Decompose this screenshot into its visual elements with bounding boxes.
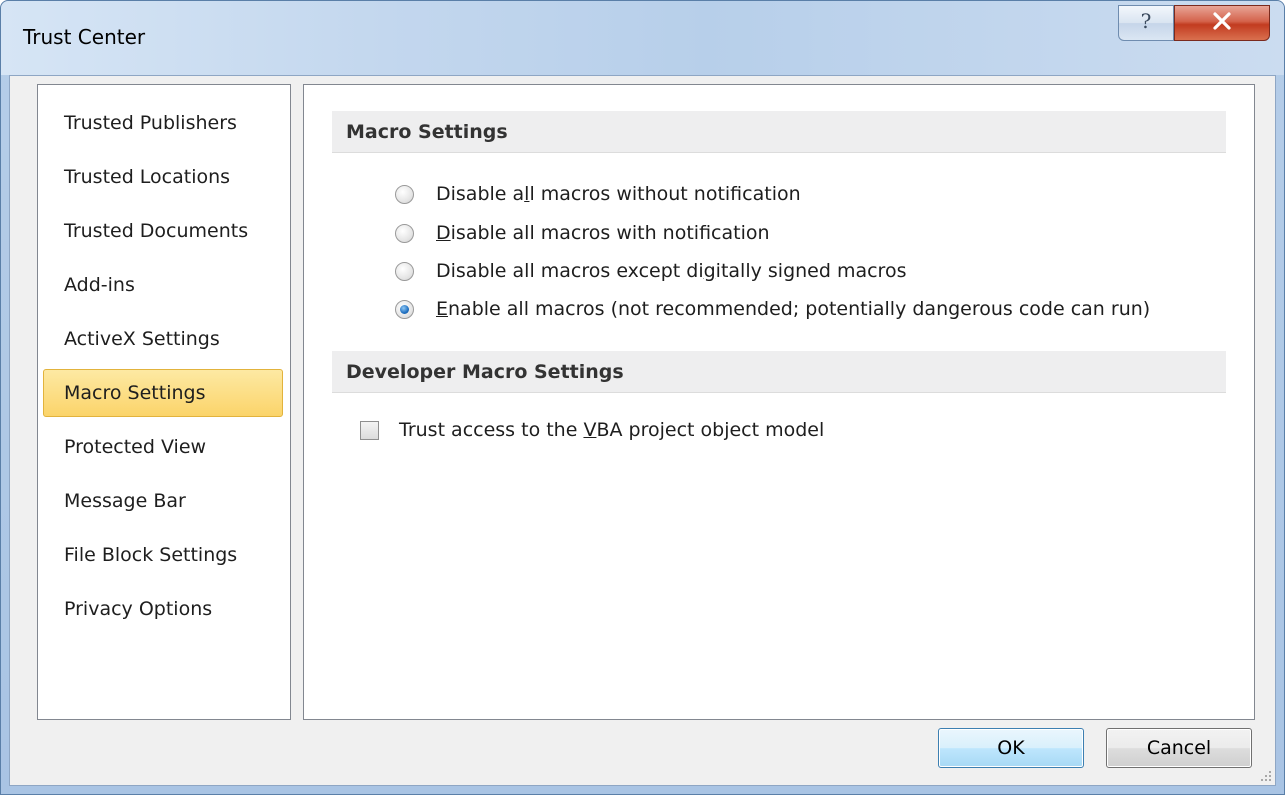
resize-grip-icon[interactable]: [1259, 769, 1273, 783]
nav-item-protected-view[interactable]: Protected View: [43, 423, 283, 471]
radio-enable-all-macros[interactable]: Enable all macros (not recommended; pote…: [395, 293, 1150, 325]
nav-item-macro-settings[interactable]: Macro Settings: [43, 369, 283, 417]
cancel-button[interactable]: Cancel: [1106, 728, 1252, 768]
developer-macro-settings-header: Developer Macro Settings: [332, 351, 1226, 393]
radio-button[interactable]: [395, 261, 414, 281]
nav-item-add-ins[interactable]: Add-ins: [43, 261, 283, 309]
radio-disable-except-signed[interactable]: Disable all macros except digitally sign…: [395, 255, 906, 287]
nav-item-privacy-options[interactable]: Privacy Options: [43, 585, 283, 633]
ok-button[interactable]: OK: [938, 728, 1084, 768]
checkbox-trust-vba-access[interactable]: Trust access to the VBA project object m…: [360, 413, 824, 447]
nav-item-trusted-publishers[interactable]: Trusted Publishers: [43, 99, 283, 147]
radio-label: Disable all macros except digitally sign…: [436, 260, 907, 282]
close-icon: [1210, 11, 1234, 35]
dialog-body: Trusted Publishers Trusted Locations Tru…: [9, 75, 1276, 786]
nav-item-trusted-locations[interactable]: Trusted Locations: [43, 153, 283, 201]
title-bar[interactable]: Trust Center ?: [1, 1, 1284, 75]
nav-item-activex-settings[interactable]: ActiveX Settings: [43, 315, 283, 363]
close-button[interactable]: [1174, 5, 1270, 41]
radio-button-selected[interactable]: [395, 299, 414, 319]
radio-disable-without-notification[interactable]: Disable all macros without notification: [395, 178, 801, 210]
radio-button[interactable]: [395, 223, 414, 243]
macro-settings-header: Macro Settings: [332, 111, 1226, 153]
radio-label: Disable all macros without notification: [436, 183, 801, 205]
help-button[interactable]: ?: [1118, 5, 1174, 41]
radio-button[interactable]: [395, 184, 414, 204]
help-icon: ?: [1135, 9, 1157, 36]
nav-item-trusted-documents[interactable]: Trusted Documents: [43, 207, 283, 255]
radio-disable-with-notification[interactable]: Disable all macros with notification: [395, 217, 770, 249]
radio-label: Disable all macros with notification: [436, 222, 770, 244]
settings-panel: Macro Settings Disable all macros withou…: [303, 84, 1255, 720]
trust-center-dialog: Trust Center ? Trusted Publishers Truste…: [0, 0, 1285, 795]
checkbox-label: Trust access to the VBA project object m…: [399, 419, 825, 441]
radio-label: Enable all macros (not recommended; pote…: [436, 298, 1151, 320]
category-nav: Trusted Publishers Trusted Locations Tru…: [37, 84, 291, 720]
checkbox[interactable]: [360, 420, 379, 440]
nav-item-message-bar[interactable]: Message Bar: [43, 477, 283, 525]
window-title: Trust Center: [23, 25, 146, 49]
nav-item-file-block-settings[interactable]: File Block Settings: [43, 531, 283, 579]
svg-text:?: ?: [1141, 10, 1152, 32]
